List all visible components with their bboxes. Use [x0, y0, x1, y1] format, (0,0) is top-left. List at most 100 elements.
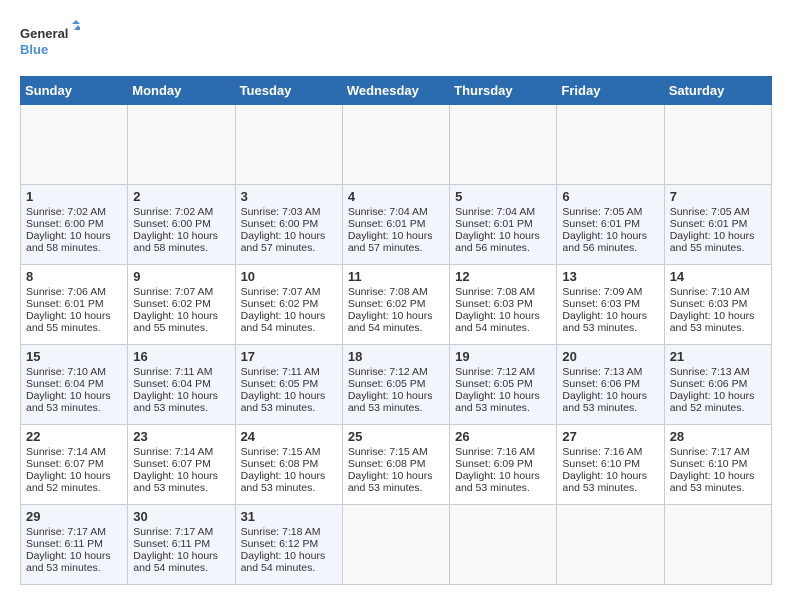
day-number: 28	[670, 429, 766, 444]
calendar-cell	[664, 105, 771, 185]
sunrise: Sunrise: 7:15 AM	[241, 446, 321, 458]
calendar-cell: 17Sunrise: 7:11 AMSunset: 6:05 PMDayligh…	[235, 345, 342, 425]
sunset: Sunset: 6:00 PM	[133, 218, 211, 230]
daylight: Daylight: 10 hours and 55 minutes.	[670, 230, 755, 254]
daylight: Daylight: 10 hours and 53 minutes.	[562, 470, 647, 494]
daylight: Daylight: 10 hours and 54 minutes.	[241, 310, 326, 334]
calendar-cell: 26 Sunrise: 7:16 AMSunset: 6:09 PMDayligh…	[450, 425, 557, 505]
calendar-cell: 7Sunrise: 7:05 AMSunset: 6:01 PMDaylight…	[664, 185, 771, 265]
sunset: Sunset: 6:04 PM	[26, 378, 104, 390]
sunrise: Sunrise: 7:18 AM	[241, 526, 321, 538]
sunset: Sunset: 6:06 PM	[562, 378, 640, 390]
day-number: 5	[455, 189, 551, 204]
day-number: 26	[455, 429, 551, 444]
calendar-cell: 27Sunrise: 7:16 AMSunset: 6:10 PMDayligh…	[557, 425, 664, 505]
sunrise: Sunrise: 7:07 AM	[241, 286, 321, 298]
day-number: 18	[348, 349, 444, 364]
sunrise: Sunrise: 7:08 AM	[348, 286, 428, 298]
calendar-cell: 10Sunrise: 7:07 AMSunset: 6:02 PMDayligh…	[235, 265, 342, 345]
day-number: 2	[133, 189, 229, 204]
daylight: Daylight: 10 hours and 53 minutes.	[348, 390, 433, 414]
svg-text:General: General	[20, 26, 68, 41]
day-number: 8	[26, 269, 122, 284]
calendar-cell: 21Sunrise: 7:13 AMSunset: 6:06 PMDayligh…	[664, 345, 771, 425]
calendar-cell: 19Sunrise: 7:12 AMSunset: 6:05 PMDayligh…	[450, 345, 557, 425]
day-number: 16	[133, 349, 229, 364]
calendar-week: 1Sunrise: 7:02 AMSunset: 6:00 PMDaylight…	[21, 185, 772, 265]
calendar-cell	[450, 105, 557, 185]
day-number: 12	[455, 269, 551, 284]
sunrise: Sunrise: 7:10 AM	[670, 286, 750, 298]
daylight: Daylight: 10 hours and 58 minutes.	[133, 230, 218, 254]
sunset: Sunset: 6:08 PM	[348, 458, 426, 470]
day-number: 21	[670, 349, 766, 364]
day-number: 23	[133, 429, 229, 444]
daylight: Daylight: 10 hours and 53 minutes.	[670, 310, 755, 334]
weekday-header: Wednesday	[342, 77, 449, 105]
daylight: Daylight: 10 hours and 53 minutes.	[670, 470, 755, 494]
weekday-header: Saturday	[664, 77, 771, 105]
calendar-cell: 3Sunrise: 7:03 AMSunset: 6:00 PMDaylight…	[235, 185, 342, 265]
calendar-cell	[342, 505, 449, 585]
logo-svg: General Blue	[20, 20, 80, 60]
calendar-cell: 8Sunrise: 7:06 AMSunset: 6:01 PMDaylight…	[21, 265, 128, 345]
sunrise: Sunrise: 7:12 AM	[348, 366, 428, 378]
daylight: Daylight: 10 hours and 52 minutes.	[670, 390, 755, 414]
calendar-cell: 28Sunrise: 7:17 AMSunset: 6:10 PMDayligh…	[664, 425, 771, 505]
header-row: SundayMondayTuesdayWednesdayThursdayFrid…	[21, 77, 772, 105]
calendar-cell: 5Sunrise: 7:04 AMSunset: 6:01 PMDaylight…	[450, 185, 557, 265]
day-number: 27	[562, 429, 658, 444]
daylight: Daylight: 10 hours and 52 minutes.	[26, 470, 111, 494]
day-number: 1	[26, 189, 122, 204]
daylight: Daylight: 10 hours and 53 minutes.	[26, 390, 111, 414]
sunset: Sunset: 6:10 PM	[562, 458, 640, 470]
sunrise: Sunrise: 7:04 AM	[455, 206, 535, 218]
daylight: Daylight: 10 hours and 57 minutes.	[348, 230, 433, 254]
calendar-cell: 16Sunrise: 7:11 AMSunset: 6:04 PMDayligh…	[128, 345, 235, 425]
calendar-cell	[664, 505, 771, 585]
calendar-cell	[21, 105, 128, 185]
weekday-header: Monday	[128, 77, 235, 105]
calendar-cell: 18Sunrise: 7:12 AMSunset: 6:05 PMDayligh…	[342, 345, 449, 425]
day-number: 10	[241, 269, 337, 284]
sunset: Sunset: 6:06 PM	[670, 378, 748, 390]
logo: General Blue	[20, 20, 80, 60]
daylight: Daylight: 10 hours and 53 minutes.	[348, 470, 433, 494]
sunset: Sunset: 6:12 PM	[241, 538, 319, 550]
calendar-cell: 31Sunrise: 7:18 AMSunset: 6:12 PMDayligh…	[235, 505, 342, 585]
calendar-cell: 6Sunrise: 7:05 AMSunset: 6:01 PMDaylight…	[557, 185, 664, 265]
calendar-cell	[450, 505, 557, 585]
daylight: Daylight: 10 hours and 56 minutes.	[455, 230, 540, 254]
sunset: Sunset: 6:04 PM	[133, 378, 211, 390]
calendar-cell: 25Sunrise: 7:15 AMSunset: 6:08 PMDayligh…	[342, 425, 449, 505]
sunset: Sunset: 6:09 PM	[455, 458, 533, 470]
calendar-cell: 22Sunrise: 7:14 AMSunset: 6:07 PMDayligh…	[21, 425, 128, 505]
sunrise: Sunrise: 7:11 AM	[133, 366, 212, 378]
svg-text:Blue: Blue	[20, 42, 48, 57]
daylight: Daylight: 10 hours and 54 minutes.	[455, 310, 540, 334]
calendar-week: 15Sunrise: 7:10 AMSunset: 6:04 PMDayligh…	[21, 345, 772, 425]
sunset: Sunset: 6:01 PM	[348, 218, 426, 230]
daylight: Daylight: 10 hours and 53 minutes.	[455, 470, 540, 494]
sunset: Sunset: 6:02 PM	[348, 298, 426, 310]
sunset: Sunset: 6:03 PM	[455, 298, 533, 310]
calendar-cell	[557, 505, 664, 585]
day-number: 14	[670, 269, 766, 284]
weekday-header: Friday	[557, 77, 664, 105]
sunrise: Sunrise: 7:12 AM	[455, 366, 535, 378]
daylight: Daylight: 10 hours and 53 minutes.	[562, 310, 647, 334]
sunrise: Sunrise: 7:17 AM	[133, 526, 213, 538]
sunrise: Sunrise: 7:14 AM	[26, 446, 106, 458]
sunrise: Sunrise: 7:05 AM	[670, 206, 750, 218]
calendar-cell: 30Sunrise: 7:17 AMSunset: 6:11 PMDayligh…	[128, 505, 235, 585]
sunset: Sunset: 6:11 PM	[26, 538, 103, 550]
sunrise: Sunrise: 7:16 AM	[455, 446, 535, 458]
day-number: 9	[133, 269, 229, 284]
sunrise: Sunrise: 7:11 AM	[241, 366, 320, 378]
sunrise: Sunrise: 7:02 AM	[133, 206, 213, 218]
daylight: Daylight: 10 hours and 58 minutes.	[26, 230, 111, 254]
calendar-cell	[557, 105, 664, 185]
day-number: 17	[241, 349, 337, 364]
sunset: Sunset: 6:08 PM	[241, 458, 319, 470]
sunset: Sunset: 6:05 PM	[455, 378, 533, 390]
